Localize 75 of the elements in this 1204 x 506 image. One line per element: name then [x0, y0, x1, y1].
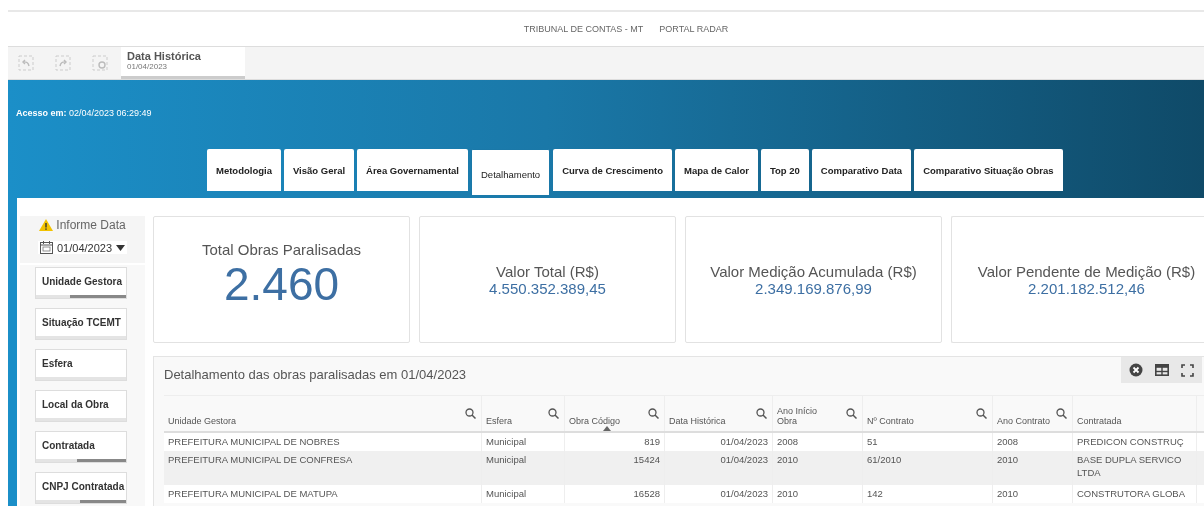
table-cell: 819: [644, 436, 660, 447]
table-cell: 01/04/2023: [720, 454, 768, 465]
column-header[interactable]: Ano Contrato: [997, 416, 1051, 426]
table-icon[interactable]: [1155, 364, 1169, 376]
filter-button[interactable]: CNPJ Contratada: [35, 472, 127, 500]
table-cell: 2010: [997, 454, 1019, 465]
column-header[interactable]: Obra Código: [569, 416, 621, 426]
kpi-value: 4.550.352.389,45: [489, 279, 606, 297]
calendar-icon: [39, 241, 53, 254]
kpi-value: 2.460: [223, 258, 340, 310]
table-cell: PREFEITURA MUNICIPAL DE NOBRES: [168, 436, 340, 447]
search-icon[interactable]: [846, 408, 857, 419]
kpi-title: Valor Medição Acumulada (R$): [710, 262, 917, 280]
table-cell: 2010: [997, 488, 1019, 499]
column-header[interactable]: Data Histórica: [669, 416, 726, 426]
column-header[interactable]: Unidade Gestora: [168, 416, 237, 426]
access-time: Acesso em: 02/04/2023 06:29:49: [16, 108, 153, 118]
table-cell: PREDICON CONSTRUÇ: [1077, 436, 1184, 447]
kpi-value: 2.349.169.876,99: [755, 279, 872, 297]
nav-tab[interactable]: Mapa de Calor: [675, 149, 758, 191]
search-icon[interactable]: [756, 408, 767, 419]
column-header[interactable]: Esfera: [486, 416, 512, 426]
search-icon[interactable]: [648, 408, 659, 419]
table-cell: 15424: [633, 454, 660, 465]
column-header[interactable]: Contratada: [1077, 416, 1122, 426]
header-link[interactable]: PORTAL RADAR: [659, 24, 729, 34]
table-cell: BASE DUPLA SERVICO LTDA: [1077, 454, 1182, 478]
kpi-title: Valor Total (R$): [496, 262, 599, 280]
kpi-value: 2.201.182.512,46: [1028, 279, 1145, 297]
table-title: Detalhamento das obras paralisadas em 01/04/2023: [164, 367, 467, 382]
table-cell: 142: [867, 488, 883, 499]
table-cell: 16528: [633, 488, 660, 499]
fullscreen-icon[interactable]: [1181, 363, 1194, 377]
table-cell: 01/04/2023: [720, 436, 768, 447]
nav-tab[interactable]: Detalhamento: [471, 149, 551, 195]
table-cell: Municipal: [486, 436, 527, 447]
table-cell: 61/2010: [867, 454, 902, 465]
nav-tab[interactable]: Metodologia: [207, 149, 281, 191]
table-cell: Municipal: [486, 454, 527, 465]
nav-tab[interactable]: Comparativo Situação Obras: [914, 149, 1063, 191]
caret-icon: [116, 244, 126, 251]
search-icon[interactable]: [976, 408, 987, 419]
table-cell: 2010: [777, 454, 799, 465]
nav-tab[interactable]: Comparativo Data: [811, 149, 912, 191]
table-cell: PREFEITURA MUNICIPAL DE CONFRESA: [168, 454, 353, 465]
table-cell: 2008: [777, 436, 799, 447]
warning-text: Informe Data: [56, 218, 126, 232]
filter-button[interactable]: Esfera: [35, 349, 127, 377]
nav-tab[interactable]: Área Governamental: [357, 149, 468, 191]
table-cell: CONSTRUTORA GLOBA: [1077, 488, 1186, 499]
table-cell: 51: [867, 436, 878, 447]
close-icon[interactable]: [1129, 363, 1143, 377]
search-icon[interactable]: [1056, 408, 1067, 419]
table-cell: 2008: [997, 436, 1019, 447]
nav-tab[interactable]: Top 20: [760, 149, 809, 191]
kpi-title: Total Obras Paralisadas: [201, 241, 362, 258]
nav-tab[interactable]: Visão Geral: [283, 149, 355, 191]
search-icon[interactable]: [548, 408, 559, 419]
table-cell: 01/04/2023: [720, 488, 768, 499]
filter-button[interactable]: Contratada: [35, 431, 127, 459]
warning-icon: [39, 219, 54, 231]
table-cell: PREFEITURA MUNICIPAL DE MATUPA: [168, 488, 338, 499]
column-header[interactable]: Ano Início Obra: [777, 406, 837, 426]
filter-button[interactable]: Situação TCEMT: [35, 308, 127, 336]
column-header[interactable]: Nº Contrato: [867, 416, 914, 426]
table-cell: 2010: [777, 488, 799, 499]
date-picker[interactable]: 01/04/2023: [37, 241, 128, 254]
nav-tab[interactable]: Curva de Crescimento: [553, 149, 672, 191]
selection-tab[interactable]: Data Histórica 01/04/2023: [121, 47, 245, 79]
filter-button[interactable]: Local da Obra: [35, 390, 127, 418]
table-cell: Municipal: [486, 488, 527, 499]
search-icon[interactable]: [465, 408, 476, 419]
filter-button[interactable]: Unidade Gestora: [35, 267, 127, 295]
header-link[interactable]: TRIBUNAL DE CONTAS - MT: [523, 24, 644, 34]
kpi-title: Valor Pendente de Medição (R$): [977, 262, 1196, 280]
